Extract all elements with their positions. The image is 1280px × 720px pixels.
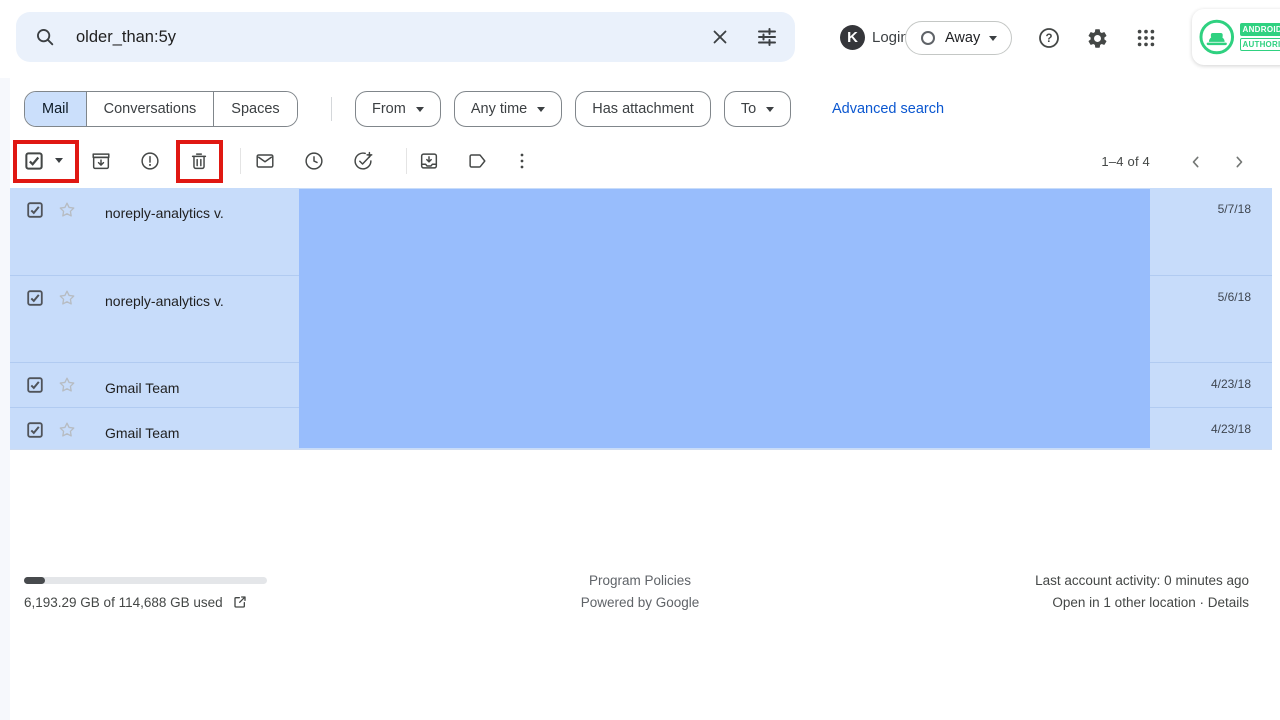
search-scope-tabs: Mail Conversations Spaces [24, 91, 298, 127]
add-to-tasks-icon[interactable] [343, 141, 383, 181]
chevron-down-icon [989, 36, 997, 41]
filter-chip-from[interactable]: From [355, 91, 441, 127]
divider [240, 148, 241, 174]
row-checkbox[interactable] [27, 422, 43, 443]
report-spam-icon[interactable] [130, 141, 170, 181]
brand-line-1: ANDROID [1240, 23, 1280, 36]
chip-label: From [372, 101, 406, 117]
chevron-down-icon [537, 107, 545, 112]
email-sender: Gmail Team [105, 380, 179, 396]
extension-login[interactable]: K Login [840, 25, 909, 50]
email-sender: noreply-analytics v. [105, 293, 224, 309]
star-icon[interactable] [57, 288, 77, 313]
chevron-down-icon [416, 107, 424, 112]
apps-grid-icon[interactable] [1126, 18, 1166, 58]
filter-chip-to[interactable]: To [724, 91, 791, 127]
search-options-icon[interactable] [755, 25, 779, 49]
more-options-icon[interactable] [502, 141, 542, 181]
row-checkbox[interactable] [27, 290, 43, 311]
search-icon[interactable] [34, 26, 56, 48]
email-sender: Gmail Team [105, 425, 179, 441]
help-icon[interactable]: ? [1029, 18, 1069, 58]
last-account-activity-text: Last account activity: 0 minutes ago [1035, 573, 1249, 588]
star-icon[interactable] [57, 200, 77, 225]
search-input[interactable] [76, 28, 709, 47]
row-checkbox[interactable] [27, 202, 43, 223]
chip-label: To [741, 101, 756, 117]
clear-search-icon[interactable] [709, 26, 731, 48]
older-chevron-right-icon[interactable] [1226, 149, 1252, 175]
filter-chip-has-attachment[interactable]: Has attachment [575, 91, 711, 127]
status-dropdown[interactable]: Away [905, 21, 1012, 55]
tab-spaces[interactable]: Spaces [213, 92, 296, 126]
status-label: Away [945, 30, 980, 46]
filter-chip-any-time[interactable]: Any time [454, 91, 562, 127]
svg-text:?: ? [1045, 33, 1052, 45]
settings-gear-icon[interactable] [1077, 18, 1117, 58]
mark-unread-icon[interactable] [245, 141, 285, 181]
newer-chevron-left-icon[interactable] [1183, 149, 1209, 175]
login-label: Login [872, 29, 909, 46]
divider [331, 97, 332, 121]
star-icon[interactable] [57, 420, 77, 445]
redacted-subject-area [299, 189, 1150, 448]
pagination-count: 1–4 of 4 [1101, 154, 1150, 169]
email-sender: noreply-analytics v. [105, 205, 224, 221]
label-icon[interactable] [457, 141, 497, 181]
archive-icon[interactable] [81, 141, 121, 181]
search-bar[interactable] [16, 12, 795, 62]
away-status-icon [920, 30, 936, 46]
email-date: 4/23/18 [1211, 422, 1251, 436]
filter-chips: From Any time Has attachment To [355, 91, 791, 127]
android-authority-logo-icon [1199, 19, 1235, 55]
tab-mail[interactable]: Mail [25, 92, 86, 126]
star-icon[interactable] [57, 375, 77, 400]
annotation-box-select [13, 140, 79, 183]
collapsed-nav-gutter [0, 78, 10, 720]
android-authority-badge[interactable]: ANDROID AUTHORITY [1192, 9, 1280, 65]
email-date: 5/7/18 [1218, 202, 1251, 216]
open-location-details-link[interactable]: Open in 1 other location · Details [1052, 595, 1249, 610]
select-all-checkbox[interactable] [25, 152, 43, 175]
move-to-icon[interactable] [409, 141, 449, 181]
row-checkbox[interactable] [27, 377, 43, 398]
tab-conversations[interactable]: Conversations [86, 92, 214, 126]
advanced-search-link[interactable]: Advanced search [832, 91, 944, 127]
divider [406, 148, 407, 174]
select-dropdown-icon[interactable] [55, 158, 63, 163]
keeper-avatar-icon: K [840, 25, 865, 50]
chip-label: Any time [471, 101, 527, 117]
brand-line-2: AUTHORITY [1240, 38, 1280, 51]
chip-label: Has attachment [592, 101, 694, 117]
snooze-icon[interactable] [294, 141, 334, 181]
email-date: 5/6/18 [1218, 290, 1251, 304]
delete-trash-icon[interactable] [179, 141, 219, 181]
chevron-down-icon [766, 107, 774, 112]
email-date: 4/23/18 [1211, 377, 1251, 391]
